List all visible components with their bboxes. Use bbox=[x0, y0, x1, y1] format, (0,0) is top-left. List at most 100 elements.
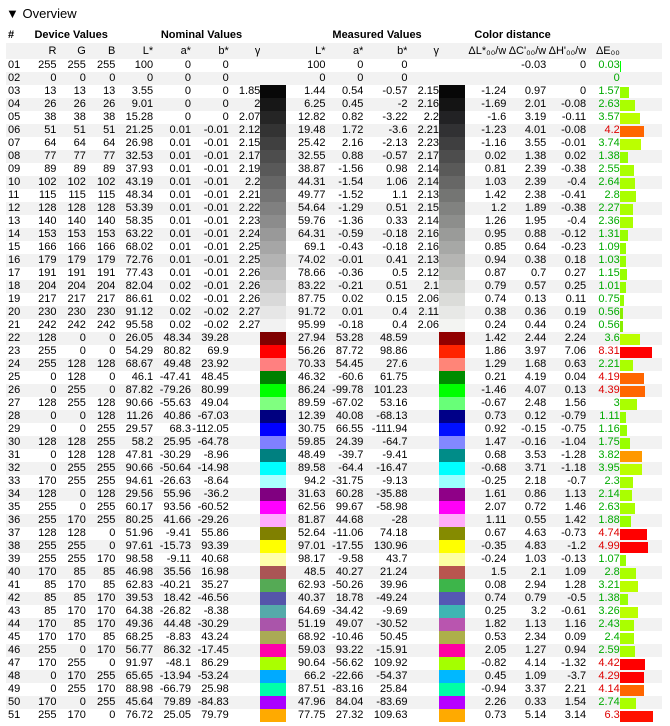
col-ma[interactable]: a* bbox=[326, 43, 364, 59]
table-row[interactable]: 2124224224295.580.02-0.022.2795.99-0.180… bbox=[6, 319, 662, 332]
col-mb[interactable]: b* bbox=[363, 43, 407, 59]
table-row[interactable]: 51255170076.7225.0579.7977.7527.32109.63… bbox=[6, 709, 662, 722]
table-row[interactable]: 49025517088.98-66.7925.9887.51-83.1625.8… bbox=[6, 683, 662, 696]
table-row[interactable]: 34128012829.5655.96-36.231.6360.28-35.88… bbox=[6, 488, 662, 501]
table-row[interactable]: 0764646426.980.01-0.012.1525.422.16-2.13… bbox=[6, 137, 662, 150]
cell-G: 170 bbox=[56, 709, 85, 722]
cell-mg bbox=[407, 410, 439, 423]
table-row[interactable]: 48017025565.65-13.94-53.2466.2-22.66-54.… bbox=[6, 670, 662, 683]
table-row[interactable]: 3012812825558.225.95-64.7859.8524.39-64.… bbox=[6, 436, 662, 449]
cell-mL: 51.19 bbox=[288, 618, 326, 631]
table-row[interactable]: 0651515121.250.01-0.012.1219.481.72-3.62… bbox=[6, 124, 662, 137]
col-nb[interactable]: b* bbox=[191, 43, 229, 59]
table-row[interactable]: 020000000000 bbox=[6, 72, 662, 85]
table-row[interactable]: 232550054.2980.8269.956.2687.7298.861.86… bbox=[6, 345, 662, 358]
table-row[interactable]: 1719119119177.430.01-0.012.2678.66-0.360… bbox=[6, 267, 662, 280]
table-row[interactable]: 012552552551000010000-0.0300.03 bbox=[6, 59, 662, 72]
grp-measured[interactable]: Measured Values bbox=[288, 27, 467, 43]
table-row[interactable]: 2425512812868.6749.4823.9270.3354.4527.6… bbox=[6, 358, 662, 371]
cell-nb: 86.29 bbox=[191, 657, 229, 670]
table-row[interactable]: 35255025560.1793.56-60.5262.5699.67-58.9… bbox=[6, 501, 662, 514]
col-ng[interactable]: γ bbox=[229, 43, 261, 59]
table-row[interactable]: 1111511511548.340.01-0.012.2149.77-1.521… bbox=[6, 189, 662, 202]
de-bar bbox=[620, 176, 662, 189]
table-row[interactable]: 38255255097.61-15.7393.3997.01-17.55130.… bbox=[6, 540, 662, 553]
table-row[interactable]: 3625517025580.2541.66-29.2681.8744.68-28… bbox=[6, 514, 662, 527]
cell-mg bbox=[407, 683, 439, 696]
de-bar bbox=[620, 683, 662, 696]
table-row[interactable]: 1921721721786.610.02-0.012.2687.750.020.… bbox=[6, 293, 662, 306]
table-row[interactable]: 1212812812853.390.01-0.012.2254.64-1.290… bbox=[6, 202, 662, 215]
cell-dC: 0.12 bbox=[506, 410, 546, 423]
col-na[interactable]: a* bbox=[153, 43, 191, 59]
table-row[interactable]: 37128128051.96-9.4155.8652.64-11.0674.18… bbox=[6, 527, 662, 540]
table-row[interactable]: 280012811.2640.86-67.0312.3940.08-68.130… bbox=[6, 410, 662, 423]
cell-ng bbox=[229, 501, 261, 514]
col-dL[interactable]: ΔL*₀₀/w bbox=[466, 43, 506, 59]
cell-na: 68.3 bbox=[153, 423, 191, 436]
col-R[interactable]: R bbox=[27, 43, 56, 59]
table-row[interactable]: 47170255091.97-48.186.2990.64-56.62109.9… bbox=[6, 657, 662, 670]
col-idx[interactable] bbox=[6, 43, 27, 59]
cell-dL: -0.68 bbox=[466, 462, 506, 475]
table-row[interactable]: 1415315315363.220.01-0.012.2464.31-0.59-… bbox=[6, 228, 662, 241]
col-nL[interactable]: L* bbox=[115, 43, 153, 59]
table-row[interactable]: 32025525590.66-50.64-14.9889.58-64.4-16.… bbox=[6, 462, 662, 475]
table-row[interactable]: 50170025545.6479.89-84.8347.9684.04-83.6… bbox=[6, 696, 662, 709]
table-row[interactable]: 441708517049.3644.48-30.2951.1949.07-30.… bbox=[6, 618, 662, 631]
cell-nL: 46.98 bbox=[115, 566, 153, 579]
grp-distance[interactable]: Color distance bbox=[466, 27, 662, 43]
table-row[interactable]: 250128046.1-47.4148.4546.32-60.661.750.2… bbox=[6, 371, 662, 384]
table-row[interactable]: 290025529.5768.3-112.0530.7566.55-111.94… bbox=[6, 423, 662, 436]
table-row[interactable]: 2712825512890.66-55.6349.0489.59-67.0253… bbox=[6, 397, 662, 410]
col-dE[interactable]: ΔE₀₀ bbox=[586, 43, 620, 59]
col-B[interactable]: B bbox=[86, 43, 115, 59]
de-bar bbox=[620, 358, 662, 371]
grp-device[interactable]: Device Values bbox=[27, 27, 115, 43]
table-row[interactable]: 0877777732.530.01-0.012.1732.550.88-0.57… bbox=[6, 150, 662, 163]
table-row[interactable]: 2023023023091.120.02-0.022.2791.720.010.… bbox=[6, 306, 662, 319]
cell-na: -9.11 bbox=[153, 553, 191, 566]
col-dC[interactable]: ΔC'₀₀/w bbox=[506, 43, 546, 59]
cell-mb: 1.1 bbox=[363, 189, 407, 202]
cell-ng bbox=[229, 436, 261, 449]
overview-title[interactable]: ▼ Overview bbox=[6, 6, 670, 21]
cell-dC: 0.86 bbox=[506, 488, 546, 501]
table-row[interactable]: 3925525517098.58-9.1140.6898.17-9.5843.7… bbox=[6, 553, 662, 566]
cell-dH: -0.4 bbox=[546, 176, 586, 189]
table-row[interactable]: 451701708568.25-8.8343.2468.92-10.4650.4… bbox=[6, 631, 662, 644]
grp-nominal[interactable]: Nominal Values bbox=[115, 27, 287, 43]
table-row[interactable]: 042626269.010026.250.45-22.16-1.692.01-0… bbox=[6, 98, 662, 111]
table-row[interactable]: 260255087.82-79.2680.9986.24-99.78101.23… bbox=[6, 384, 662, 397]
table-row[interactable]: 0538383815.28002.0712.820.82-3.222.2-1.6… bbox=[6, 111, 662, 124]
table-row[interactable]: 031313133.55001.851.440.54-0.572.15-1.24… bbox=[6, 85, 662, 98]
cell-ma: -0.18 bbox=[326, 319, 364, 332]
cell-nL: 47.81 bbox=[115, 449, 153, 462]
table-row[interactable]: 46255017056.7786.32-17.4559.0393.22-15.9… bbox=[6, 644, 662, 657]
col-dH[interactable]: ΔH'₀₀/w bbox=[546, 43, 586, 59]
table-row[interactable]: 1010210210243.190.01-0.012.244.31-1.541.… bbox=[6, 176, 662, 189]
nominal-swatch bbox=[260, 267, 287, 280]
table-row[interactable]: 0989898937.930.01-0.012.1938.87-1.560.98… bbox=[6, 163, 662, 176]
table-row[interactable]: 31012812847.81-30.29-8.9648.49-39.7-9.41… bbox=[6, 449, 662, 462]
cell-mb: 50.45 bbox=[363, 631, 407, 644]
table-row[interactable]: 3317025525594.61-26.63-8.6494.2-31.75-9.… bbox=[6, 475, 662, 488]
cell-dC: 2.34 bbox=[506, 631, 546, 644]
cell-ma: -39.7 bbox=[326, 449, 364, 462]
table-row[interactable]: 42858517039.5318.42-46.5640.3718.78-49.2… bbox=[6, 592, 662, 605]
cell-G: 255 bbox=[56, 657, 85, 670]
col-mg[interactable]: γ bbox=[407, 43, 439, 59]
table-row[interactable]: 1617917917972.760.01-0.012.2574.02-0.010… bbox=[6, 254, 662, 267]
table-row[interactable]: 41851708562.83-40.2135.2762.93-50.2639.9… bbox=[6, 579, 662, 592]
col-mL[interactable]: L* bbox=[288, 43, 326, 59]
table-row[interactable]: 438517017064.38-26.82-8.3864.69-34.42-9.… bbox=[6, 605, 662, 618]
table-row[interactable]: 1820420420482.040.02-0.012.2683.22-0.210… bbox=[6, 280, 662, 293]
table-row[interactable]: 1516616616668.020.01-0.012.2569.1-0.43-0… bbox=[6, 241, 662, 254]
table-row[interactable]: 1314014014058.350.01-0.012.2359.76-1.360… bbox=[6, 215, 662, 228]
table-row[interactable]: 40170858546.9835.5616.9848.540.2721.241.… bbox=[6, 566, 662, 579]
cell-mL: 48.49 bbox=[288, 449, 326, 462]
grp-idx[interactable]: # bbox=[6, 27, 27, 43]
table-row[interactable]: 221280026.0548.3439.2827.9453.2848.591.4… bbox=[6, 332, 662, 345]
col-G[interactable]: G bbox=[56, 43, 85, 59]
cell-nb: -60.52 bbox=[191, 501, 229, 514]
